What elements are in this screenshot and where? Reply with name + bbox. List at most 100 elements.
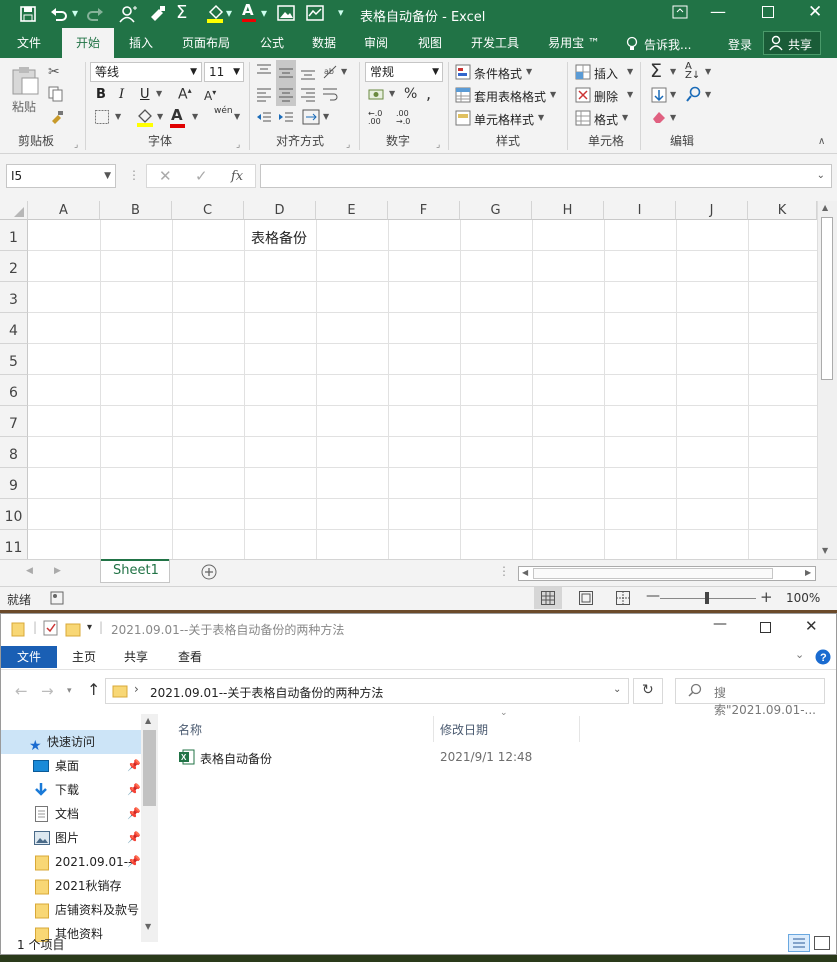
chevron-down-icon[interactable]: ▼ [323,112,329,121]
refresh-button[interactable]: ↻ [633,678,663,704]
align-right-icon[interactable] [300,88,316,102]
column-header[interactable]: G [460,201,532,220]
delete-cells-icon[interactable] [575,87,591,103]
nav-item-folder[interactable]: 店铺资料及款号 [1,898,141,922]
tab-yiyongbao[interactable]: 易用宝 ™ [538,28,610,58]
undo-icon[interactable] [50,6,68,22]
grow-font-icon[interactable]: A▴ [178,86,192,103]
insert-function-icon[interactable]: fx [231,168,243,186]
address-bar[interactable]: › 2021.09.01--关于表格自动备份的两种方法 ⌄ [105,678,629,704]
dialog-launcher-icon[interactable]: ⌟ [74,140,78,150]
find-select-icon[interactable] [686,86,702,102]
format-as-table-button[interactable]: 套用表格格式 [474,88,546,105]
chevron-down-icon[interactable]: ▼ [234,112,240,121]
close-icon[interactable]: ✕ [808,2,822,22]
row-header[interactable]: 9 [0,468,28,499]
insert-cells-icon[interactable] [575,64,591,80]
chevron-down-icon[interactable]: ▾ [226,6,232,20]
nav-item-folder[interactable]: 2021秋销存 [1,874,141,898]
pin-icon[interactable]: 📌 [127,826,141,850]
column-header[interactable]: A [28,201,100,220]
dialog-launcher-icon[interactable]: ⌟ [346,140,350,150]
dialog-launcher-icon[interactable]: ⌟ [236,140,240,150]
new-folder-icon[interactable] [65,621,81,637]
clear-icon[interactable] [651,110,667,124]
close-icon[interactable]: ✕ [805,617,818,635]
share-button[interactable]: 共享 [763,31,821,55]
chevron-down-icon[interactable]: ▾ [261,6,267,20]
scroll-down-icon[interactable]: ▼ [822,546,828,555]
chevron-down-icon[interactable]: ▼ [341,67,347,76]
italic-button[interactable]: I [119,87,124,102]
minimize-icon[interactable]: — [710,2,726,21]
border-icon[interactable] [95,110,109,124]
macro-record-icon[interactable] [50,591,64,605]
chevron-down-icon[interactable]: ▼ [156,89,162,98]
column-header[interactable]: J [676,201,748,220]
fill-down-icon[interactable] [651,87,667,103]
select-all-corner[interactable] [0,201,28,220]
tab-file[interactable]: 文件 [5,28,53,58]
chevron-down-icon[interactable]: ▼ [705,67,711,76]
orientation-icon[interactable]: ab [322,64,338,80]
align-bottom-icon[interactable] [300,66,316,80]
row-header[interactable]: 4 [0,313,28,344]
format-cells-icon[interactable] [575,110,591,126]
copy-icon[interactable] [48,86,64,102]
breadcrumb-current[interactable]: 2021.09.01--关于表格自动备份的两种方法 [150,684,383,701]
cut-icon[interactable]: ✂ [48,64,60,80]
align-left-icon[interactable] [256,88,272,102]
person-add-icon[interactable] [119,5,137,23]
cell-styles-icon[interactable] [455,110,471,126]
column-header[interactable]: B [100,201,172,220]
underline-button[interactable]: U [140,87,150,102]
format-as-table-icon[interactable] [455,87,471,103]
nav-item-documents[interactable]: 文档 📌 [1,802,141,826]
maximize-icon[interactable] [760,622,771,633]
chevron-down-icon[interactable]: ▼ [627,90,633,99]
tab-share[interactable]: 共享 [113,646,159,668]
ribbon-display-icon[interactable] [672,4,688,20]
font-size-select[interactable]: 11 ▼ [204,62,244,82]
scroll-left-icon[interactable]: ◀ [522,568,528,577]
expand-ribbon-icon[interactable]: ⌄ [795,648,804,661]
tab-file[interactable]: 文件 [1,646,57,668]
back-icon[interactable]: ← [15,682,28,700]
save-icon[interactable] [20,6,36,22]
scroll-right-icon[interactable]: ▶ [805,568,811,577]
tab-review[interactable]: 审阅 [354,28,398,58]
pin-icon[interactable]: 📌 [127,802,141,826]
minimize-icon[interactable]: — [713,616,727,632]
increase-decimal-icon[interactable]: ←.0.00 [368,110,382,126]
chevron-down-icon[interactable]: ▼ [115,112,121,121]
column-header[interactable]: K [748,201,817,220]
file-row[interactable]: X 表格自动备份 2021/9/1 12:48 [171,746,591,768]
prev-sheet-icon[interactable]: ◀ [26,566,33,576]
fill-color-icon[interactable] [136,108,154,128]
insert-cells-button[interactable]: 插入 [594,65,618,82]
chevron-down-icon[interactable]: ▾ [72,6,78,20]
sheet-tab[interactable]: Sheet1 [100,559,170,583]
align-middle-icon[interactable] [278,66,294,80]
tab-home[interactable]: 开始 [62,28,114,58]
nav-item-pictures[interactable]: 图片 📌 [1,826,141,850]
row-header[interactable]: 7 [0,406,28,437]
help-icon[interactable]: ? [815,649,831,665]
row-header[interactable]: 10 [0,499,28,530]
chevron-down-icon[interactable]: ▼ [526,67,532,76]
zoom-in-button[interactable]: + [760,588,773,606]
fill-color-icon[interactable] [206,4,224,24]
phonetic-icon[interactable]: wén [214,106,233,116]
up-icon[interactable]: ↑ [87,680,100,699]
column-header[interactable]: H [532,201,604,220]
forward-icon[interactable]: → [41,682,54,700]
h-scroll-thumb[interactable] [533,568,773,579]
sort-filter-icon[interactable]: A Z↓ [685,62,700,81]
cell-d1[interactable]: 表格备份 [251,228,307,248]
scroll-up-icon[interactable]: ▲ [822,203,828,212]
column-header-name[interactable]: 名称 [178,721,202,738]
tab-formulas[interactable]: 公式 [250,28,294,58]
pin-icon[interactable]: 📌 [127,778,141,802]
conditional-format-icon[interactable] [455,64,471,80]
chevron-down-icon[interactable]: ▼ [705,90,711,99]
